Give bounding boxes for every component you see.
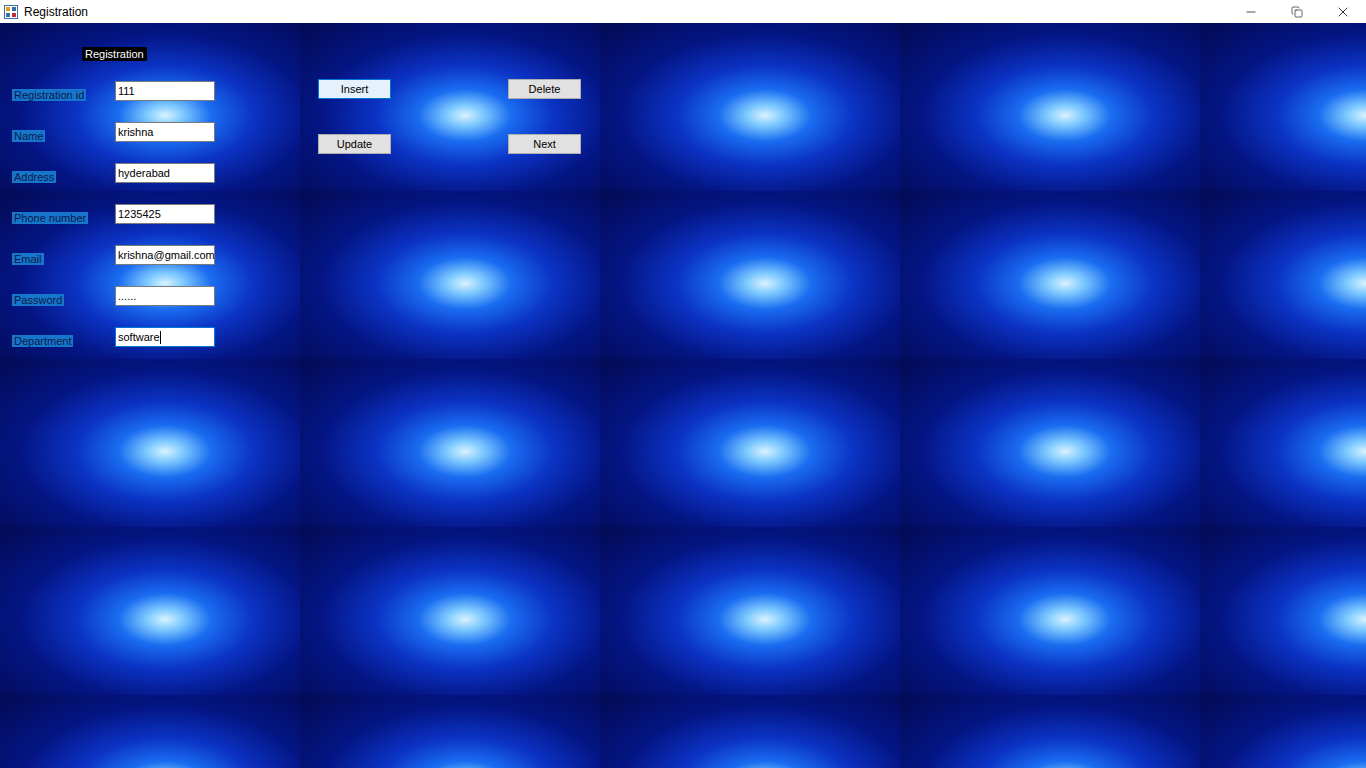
field-label: Name bbox=[12, 130, 45, 142]
field-input[interactable]: krishna@gmail.com bbox=[115, 245, 215, 265]
restore-button[interactable] bbox=[1274, 0, 1320, 23]
form-row: Department software bbox=[12, 322, 215, 352]
form-row: Password...... bbox=[12, 281, 215, 311]
field-input[interactable]: software bbox=[115, 327, 215, 347]
field-input[interactable]: ...... bbox=[115, 286, 215, 306]
text-caret bbox=[160, 331, 161, 344]
close-icon bbox=[1335, 4, 1351, 20]
field-label: Registration id bbox=[12, 89, 86, 101]
action-button[interactable]: Insert bbox=[318, 79, 391, 99]
field-label: Address bbox=[12, 171, 56, 183]
restore-icon bbox=[1291, 6, 1303, 18]
form-row: Phone number 1235425 bbox=[12, 199, 215, 229]
form-row: Registration id 111 bbox=[12, 76, 215, 106]
field-label: Password bbox=[12, 294, 64, 306]
field-label: Email bbox=[12, 253, 44, 265]
field-label: Department bbox=[12, 335, 73, 347]
form-row: Name krishna bbox=[12, 117, 215, 147]
action-button[interactable]: Delete bbox=[508, 79, 581, 99]
field-input[interactable]: 111 bbox=[115, 81, 215, 101]
field-label: Phone number bbox=[12, 212, 88, 224]
title-bar: Registration bbox=[0, 0, 1366, 23]
field-input[interactable]: krishna bbox=[115, 122, 215, 142]
close-button[interactable] bbox=[1320, 0, 1366, 23]
form-row: Email krishna@gmail.com bbox=[12, 240, 215, 270]
registration-window: Registration Registration Registration id 1… bbox=[0, 0, 1366, 768]
field-input[interactable]: hyderabad bbox=[115, 163, 215, 183]
action-button[interactable]: Update bbox=[318, 134, 391, 154]
action-button[interactable]: Next bbox=[508, 134, 581, 154]
app-icon bbox=[4, 5, 18, 19]
form-background: Registration Registration id 111 Name krishn… bbox=[0, 23, 1366, 768]
form-heading: Registration bbox=[82, 47, 147, 61]
form-column: Registration Registration id 111 Name krishn… bbox=[12, 47, 215, 768]
field-input[interactable]: 1235425 bbox=[115, 204, 215, 224]
minimize-icon bbox=[1244, 5, 1258, 19]
minimize-button[interactable] bbox=[1228, 0, 1274, 23]
form-row: Address hyderabad bbox=[12, 158, 215, 188]
button-panel: Insert Delete Update Next bbox=[318, 79, 581, 154]
window-title: Registration bbox=[24, 4, 88, 20]
